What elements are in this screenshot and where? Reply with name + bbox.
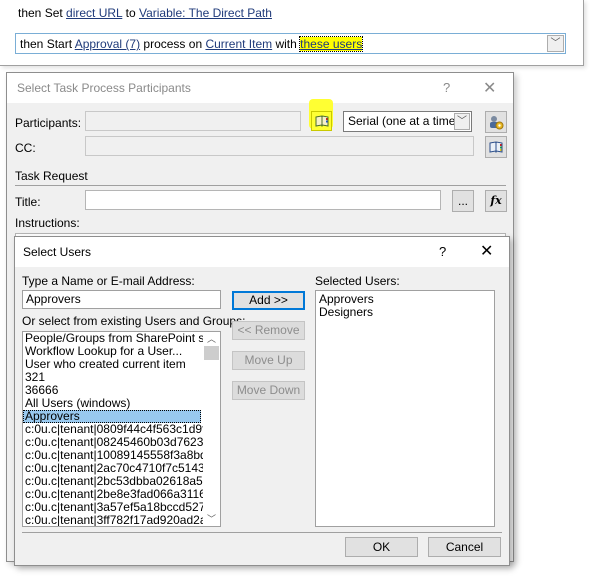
help-button[interactable]: ? bbox=[443, 80, 450, 95]
list-scrollbar[interactable]: ︿ ﹀ bbox=[203, 332, 220, 526]
move-up-button[interactable]: Move Up bbox=[232, 351, 305, 370]
chevron-down-icon: ﹀ bbox=[550, 38, 561, 49]
step-text: then Start bbox=[20, 37, 75, 51]
user-list-item[interactable]: 36666 bbox=[23, 384, 204, 397]
user-list-item[interactable]: All Users (windows) bbox=[23, 397, 204, 410]
step-text: with bbox=[272, 37, 301, 51]
select-users-dialog: Select Users ? ✕ Type a Name or E-mail A… bbox=[14, 236, 510, 566]
advanced-settings-button[interactable] bbox=[485, 111, 507, 133]
move-down-button[interactable]: Move Down bbox=[232, 381, 305, 400]
user-list-item[interactable]: c:0u.c|tenant|2be8e3fad066a31166 bbox=[23, 488, 204, 501]
user-list-item[interactable]: c:0u.c|tenant|10089145558f3a8bdd bbox=[23, 449, 204, 462]
remove-button[interactable]: << Remove bbox=[232, 321, 305, 340]
existing-users-list[interactable]: People/Groups from SharePoint site...Wor… bbox=[22, 331, 221, 527]
address-book-icon bbox=[489, 141, 503, 153]
step-text: to bbox=[122, 6, 139, 20]
address-book-icon bbox=[315, 115, 328, 127]
name-input-label: Type a Name or E-mail Address: bbox=[22, 274, 195, 288]
scroll-up-icon[interactable]: ︿ bbox=[203, 332, 220, 346]
add-button[interactable]: Add >> bbox=[232, 291, 305, 310]
user-list-item[interactable]: c:0u.c|tenant|08245460b03d76236b bbox=[23, 436, 204, 449]
user-list-item[interactable]: c:0u.c|tenant|3ff782f17ad920ad2a5 bbox=[23, 514, 204, 526]
task-request-section-label: Task Request bbox=[15, 169, 88, 183]
user-list-item[interactable]: 321 bbox=[23, 371, 204, 384]
user-list-item[interactable]: c:0u.c|tenant|2bc53dbba02618a5e8 bbox=[23, 475, 204, 488]
instructions-label: Instructions: bbox=[15, 216, 80, 230]
direct-url-link[interactable]: direct URL bbox=[66, 6, 122, 20]
these-users-link[interactable]: these users bbox=[299, 36, 364, 52]
dialog-title-bar: Select Task Process Participants ? ✕ bbox=[7, 73, 513, 103]
participants-address-book-button[interactable] bbox=[311, 111, 332, 131]
help-button[interactable]: ? bbox=[439, 244, 446, 259]
cc-address-book-button[interactable] bbox=[485, 136, 507, 158]
selected-user-item[interactable]: Designers bbox=[319, 306, 491, 319]
participants-order-select[interactable]: Serial (one at a time) ﹀ bbox=[343, 111, 472, 132]
user-list-item[interactable]: User who created current item bbox=[23, 358, 204, 371]
name-input-value: Approvers bbox=[26, 292, 81, 306]
user-list-item[interactable]: People/Groups from SharePoint site... bbox=[23, 332, 204, 345]
workflow-designer-panel: then Set direct URL to Variable: The Dir… bbox=[0, 0, 584, 66]
approval-process-link[interactable]: Approval (7) bbox=[75, 37, 140, 51]
section-divider bbox=[15, 185, 506, 186]
selected-users-label: Selected Users: bbox=[315, 274, 400, 288]
users-settings-icon bbox=[490, 116, 504, 130]
order-select-value: Serial (one at a time) bbox=[348, 114, 460, 128]
dialog-title: Select Users bbox=[23, 245, 92, 259]
user-list-item[interactable]: Approvers bbox=[23, 410, 201, 423]
title-builder-button[interactable]: ... bbox=[452, 190, 474, 212]
close-button[interactable]: ✕ bbox=[483, 78, 496, 98]
ok-button[interactable]: OK bbox=[345, 537, 418, 557]
task-title-input[interactable] bbox=[85, 190, 441, 210]
user-list-item[interactable]: Workflow Lookup for a User... bbox=[23, 345, 204, 358]
user-list-item[interactable]: c:0u.c|tenant|0809f44c4f563c1d9fc7 bbox=[23, 423, 204, 436]
cancel-button[interactable]: Cancel bbox=[428, 537, 501, 557]
variable-link[interactable]: Variable: The Direct Path bbox=[139, 6, 272, 20]
current-item-link[interactable]: Current Item bbox=[205, 37, 272, 51]
order-select-dropdown-button[interactable]: ﹀ bbox=[454, 113, 470, 130]
formula-fx-button[interactable]: fx bbox=[485, 190, 507, 212]
user-list-item[interactable]: c:0u.c|tenant|2ac70c4710f7c514344 bbox=[23, 462, 204, 475]
workflow-step-set-url: then Set direct URL to Variable: The Dir… bbox=[18, 6, 272, 20]
workflow-step-start-approval[interactable]: then Start Approval (7) process on Curre… bbox=[15, 33, 566, 54]
chevron-down-icon: ﹀ bbox=[457, 116, 467, 127]
footer-divider bbox=[22, 532, 502, 533]
dialog-title-bar: Select Users ? ✕ bbox=[15, 237, 509, 267]
user-list-item[interactable]: c:0u.c|tenant|3a57ef5a18bccd52718 bbox=[23, 501, 204, 514]
step-dropdown-button[interactable]: ﹀ bbox=[547, 35, 564, 52]
existing-users-label: Or select from existing Users and Groups… bbox=[22, 314, 246, 328]
step-text: process on bbox=[140, 37, 206, 51]
scroll-thumb[interactable] bbox=[204, 346, 219, 360]
title-label: Title: bbox=[15, 195, 41, 209]
step-text: then Set bbox=[18, 6, 67, 20]
name-email-input[interactable]: Approvers bbox=[22, 290, 221, 309]
dialog-title: Select Task Process Participants bbox=[17, 81, 191, 95]
scroll-down-icon[interactable]: ﹀ bbox=[203, 512, 220, 526]
cc-label: CC: bbox=[15, 141, 36, 155]
cc-field[interactable] bbox=[85, 136, 474, 156]
close-button[interactable]: ✕ bbox=[480, 241, 493, 261]
participants-label: Participants: bbox=[15, 116, 82, 130]
participants-field[interactable] bbox=[85, 111, 301, 131]
selected-users-list[interactable]: Approvers Designers bbox=[315, 290, 495, 527]
